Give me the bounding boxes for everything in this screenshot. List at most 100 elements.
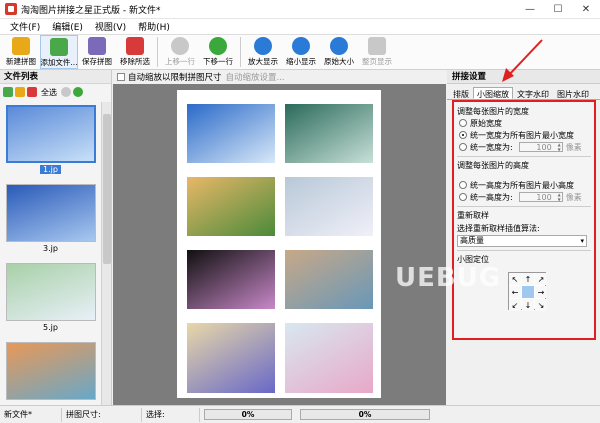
add-folder-icon[interactable] [3, 87, 13, 97]
canvas-image[interactable] [285, 104, 373, 163]
actual-size-button[interactable]: 原始大小 [320, 35, 358, 69]
thumbnail-item[interactable]: 3.jp [3, 181, 98, 259]
settings-panel: 拼接设置 排版 小图缩放 文字水印 图片水印 调整每张图片的宽度 原始宽度 统一宽度为所… [447, 70, 600, 405]
canvas-image[interactable] [285, 177, 373, 236]
site-watermark: UEBUG [395, 263, 502, 293]
move-down-icon [209, 37, 227, 55]
delete-icon[interactable] [27, 87, 37, 97]
menu-edit[interactable]: 编辑(E) [46, 20, 89, 33]
radio-label: 统一高度为所有图片最小高度 [470, 180, 574, 190]
radio-option[interactable]: 统一宽度为: 100像素 [459, 141, 591, 153]
scrollbar-thumb[interactable] [103, 114, 111, 264]
move-down-small-icon[interactable] [73, 87, 83, 97]
thumbnail-image [5, 342, 96, 400]
file-list-tools: 全选 [0, 84, 111, 100]
position-arrow-icon[interactable]: ← [509, 286, 521, 298]
status-size: 拼图尺寸: 1068x1615 [62, 407, 142, 422]
auto-scale-label: 自动缩放以限制拼图尺寸 [128, 73, 222, 83]
size-spinner[interactable]: 100 [518, 192, 563, 202]
status-bar: 新文件* 拼图尺寸: 1068x1615 选择: 0% 0% [0, 405, 600, 423]
thumbnail-item[interactable]: 5.jp [3, 260, 98, 338]
radio-option[interactable]: 统一宽度为所有图片最小宽度 [459, 129, 591, 141]
radio-option[interactable]: 统一高度为: 100像素 [459, 191, 591, 203]
radio-button[interactable] [459, 193, 467, 201]
progress-bar-1: 0% [204, 409, 292, 420]
position-arrow-icon[interactable]: ↙ [509, 299, 521, 311]
menu-help[interactable]: 帮助(H) [132, 20, 176, 33]
settings-tab[interactable]: 排版 [449, 87, 473, 99]
size-spinner[interactable]: 100 [518, 142, 563, 152]
zoom-out-icon [292, 37, 310, 55]
canvas-image[interactable] [187, 250, 275, 309]
minimize-button[interactable]: — [516, 0, 544, 19]
save-button[interactable]: 保存拼图 [78, 35, 116, 69]
resample-select[interactable]: 高质量 ▾ [457, 235, 587, 247]
radio-button[interactable] [459, 181, 467, 189]
canvas-image[interactable] [285, 323, 373, 393]
auto-scale-settings-link[interactable]: 自动缩放设置... [226, 71, 285, 83]
menu-view[interactable]: 视图(V) [89, 20, 132, 33]
radio-label: 统一宽度为所有图片最小宽度 [470, 130, 574, 140]
toolbar-label: 放大显示 [248, 57, 278, 66]
radio-option[interactable]: 原始宽度 [459, 117, 591, 129]
radio-button[interactable] [459, 143, 467, 151]
position-arrow-icon[interactable]: ↘ [535, 299, 547, 311]
open-folder-icon[interactable] [15, 87, 25, 97]
title-bar: 淘淘图片拼接之星正式版 - 新文件* — ☐ ✕ [0, 0, 600, 19]
progress-bar-2: 0% [300, 409, 430, 420]
canvas-image[interactable] [187, 177, 275, 236]
select-all-button[interactable]: 全选 [41, 87, 57, 98]
height-section-title: 调整每张图片的高度 [457, 161, 529, 170]
auto-scale-checkbox[interactable] [117, 73, 125, 81]
new-puzzle-button[interactable]: 新建拼图 [2, 35, 40, 69]
zoom-out-button[interactable]: 缩小显示 [282, 35, 320, 69]
position-arrow-icon[interactable]: ↑ [522, 273, 534, 285]
thumbnail-item[interactable] [3, 339, 98, 405]
close-button[interactable]: ✕ [572, 0, 600, 19]
resample-label: 选择重新取样插值算法: [457, 224, 540, 233]
thumbnail-image [5, 263, 96, 321]
menu-file[interactable]: 文件(F) [4, 20, 46, 33]
position-arrow-icon[interactable]: ↗ [535, 273, 547, 285]
radio-label: 统一宽度为: [470, 142, 513, 152]
position-arrow-icon[interactable]: ↖ [509, 273, 521, 285]
settings-tab[interactable]: 小图缩放 [473, 87, 513, 99]
radio-button[interactable] [459, 119, 467, 127]
position-center[interactable] [522, 286, 534, 298]
actual-size-icon [330, 37, 348, 55]
width-section-title: 调整每张图片的宽度 [457, 107, 529, 116]
add-file-button[interactable]: 添加文件... [40, 35, 78, 69]
add-file-icon [50, 38, 68, 56]
puzzle-canvas[interactable] [177, 90, 381, 398]
canvas-image[interactable] [285, 250, 373, 309]
settings-tab[interactable]: 文字水印 [513, 87, 553, 99]
toolbar-label: 原始大小 [324, 57, 354, 66]
thumbnail-item[interactable]: 1.jp [3, 102, 98, 180]
move-up-small-icon[interactable] [61, 87, 71, 97]
canvas-image[interactable] [187, 104, 275, 163]
radio-option[interactable]: 统一高度为所有图片最小高度 [459, 179, 591, 191]
canvas-image[interactable] [187, 323, 275, 393]
thumbnail-scrollbar[interactable] [101, 102, 111, 405]
maximize-button[interactable]: ☐ [544, 0, 572, 19]
status-selected: 选择: [142, 407, 200, 422]
unit-label: 像素 [565, 192, 582, 202]
toolbar-label: 新建拼图 [6, 57, 36, 66]
preview-area: 自动缩放以限制拼图尺寸 自动缩放设置... [113, 70, 446, 405]
toolbar-label: 下移一行 [203, 57, 233, 66]
chevron-down-icon: ▾ [580, 237, 584, 245]
position-arrow-icon[interactable]: → [535, 286, 547, 298]
window-title: 淘淘图片拼接之星正式版 - 新文件* [21, 5, 161, 16]
radio-button[interactable] [459, 131, 467, 139]
thumbnail-scale-settings: 调整每张图片的宽度 原始宽度统一宽度为所有图片最小宽度统一宽度为:100像素 调… [452, 100, 596, 340]
position-arrow-icon[interactable]: ↓ [522, 299, 534, 311]
fit-page-button: 整页显示 [358, 35, 396, 69]
zoom-in-button[interactable]: 放大显示 [244, 35, 282, 69]
file-list-header: 文件列表 [0, 70, 111, 84]
move-up-icon [171, 37, 189, 55]
toolbar-label: 移除所选 [120, 57, 150, 66]
move-down-button[interactable]: 下移一行 [199, 35, 237, 69]
remove-selected-button[interactable]: 移除所选 [116, 35, 154, 69]
settings-tab[interactable]: 图片水印 [553, 87, 593, 99]
app-logo-icon [5, 3, 17, 15]
